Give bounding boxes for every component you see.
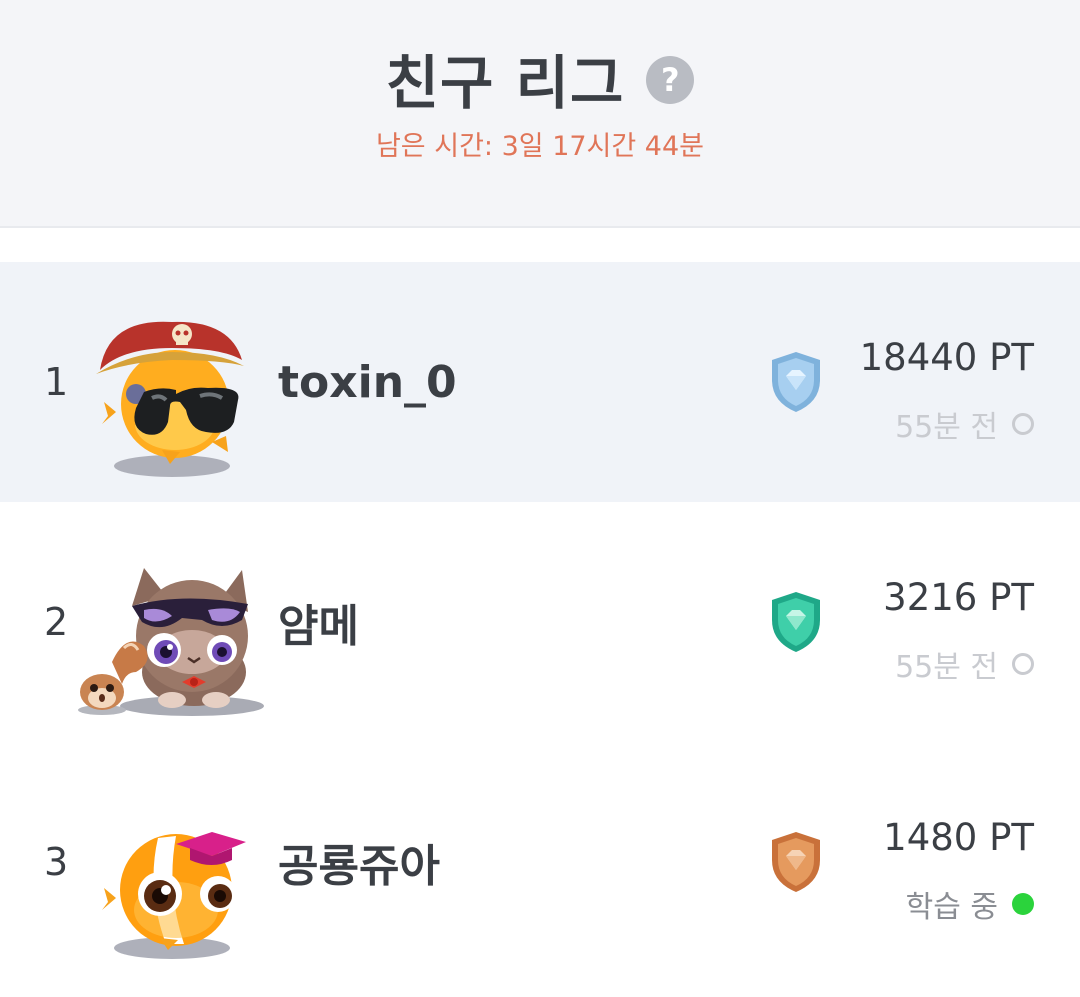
league-row-1[interactable]: 1 toxin_0 18440 PT 55분 전: [0, 262, 1080, 502]
league-row-3[interactable]: 3 공룡쥬아 1480 PT 학습 중: [0, 742, 1080, 982]
rank-number: 2: [44, 600, 69, 644]
rank-number: 3: [44, 840, 69, 884]
page-title: 친구 리그: [385, 49, 625, 117]
diamond-shield-icon: [768, 262, 824, 502]
title-row: 친구 리그 ?: [0, 36, 1080, 120]
emerald-shield-icon: [768, 502, 824, 742]
league-row-2[interactable]: 2 얌메 3216 PT 55분 전: [0, 502, 1080, 742]
bronze-shield-icon: [768, 742, 824, 982]
pirate-fish-with-sunglasses-avatar[interactable]: [72, 282, 272, 482]
online-dot-icon: [1012, 893, 1034, 915]
cat-with-sunglasses-and-squirrel-avatar[interactable]: [72, 522, 272, 722]
time-remaining: 남은 시간: 3일 17시간 44분: [375, 131, 705, 162]
points: 18440 PT: [859, 336, 1034, 379]
username[interactable]: 얌메: [278, 502, 359, 742]
username[interactable]: toxin_0: [278, 262, 457, 502]
league-header: 친구 리그 ? 남은 시간: 3일 17시간 44분: [0, 0, 1080, 228]
question-circle-icon[interactable]: ?: [646, 56, 695, 104]
last-active-status: 학습 중: [906, 882, 1034, 926]
status-text: 55분 전: [895, 410, 998, 445]
last-active-status: 55분 전: [895, 402, 1034, 446]
fish-with-graduation-cap-avatar[interactable]: [72, 762, 272, 962]
status-text: 학습 중: [905, 890, 998, 925]
points: 1480 PT: [883, 816, 1034, 859]
username[interactable]: 공룡쥬아: [278, 742, 440, 982]
last-active-status: 55분 전: [895, 642, 1034, 686]
points: 3216 PT: [883, 576, 1034, 619]
status-text: 55분 전: [895, 650, 998, 685]
rank-number: 1: [44, 360, 69, 404]
offline-circle-icon: [1012, 653, 1034, 675]
offline-circle-icon: [1012, 413, 1034, 435]
